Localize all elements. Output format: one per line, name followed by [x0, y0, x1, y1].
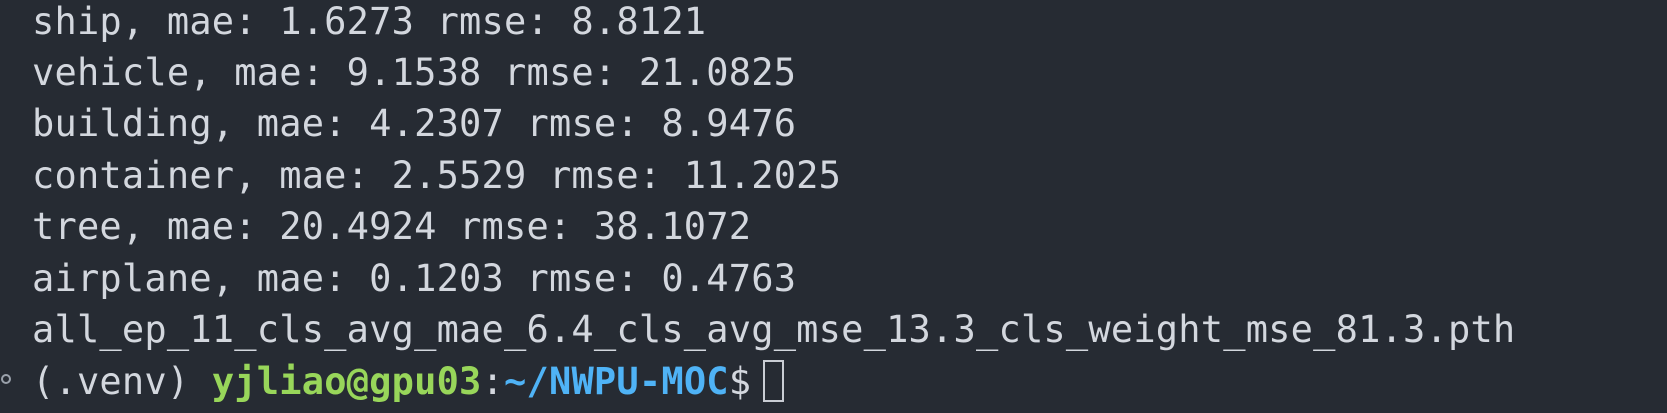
output-line-tree: tree, mae: 20.4924 rmse: 38.1072	[32, 205, 752, 248]
text-cursor[interactable]	[763, 360, 785, 402]
prompt-separator: :	[481, 360, 505, 403]
venv-indicator: (.venv)	[32, 360, 212, 403]
output-line-vehicle: vehicle, mae: 9.1538 rmse: 21.0825	[32, 51, 797, 94]
command-status-circle-icon	[1, 374, 11, 384]
output-line-airplane: airplane, mae: 0.1203 rmse: 0.4763	[32, 257, 797, 300]
terminal-window[interactable]: ship, mae: 1.6273 rmse: 8.8121 vehicle, …	[0, 0, 1667, 413]
current-directory: ~/NWPU-MOC	[504, 360, 729, 403]
output-line-ship: ship, mae: 1.6273 rmse: 8.8121	[32, 0, 707, 43]
output-line-building: building, mae: 4.2307 rmse: 8.9476	[32, 102, 797, 145]
output-line-container: container, mae: 2.5529 rmse: 11.2025	[32, 154, 842, 197]
command-prompt-line[interactable]: (.venv) yjliao@gpu03:~/NWPU-MOC$	[32, 356, 785, 407]
output-line-checkpoint-filename: all_ep_11_cls_avg_mae_6.4_cls_avg_mse_13…	[32, 308, 1516, 351]
user-host: yjliao@gpu03	[211, 360, 482, 403]
prompt-symbol: $	[728, 360, 752, 403]
